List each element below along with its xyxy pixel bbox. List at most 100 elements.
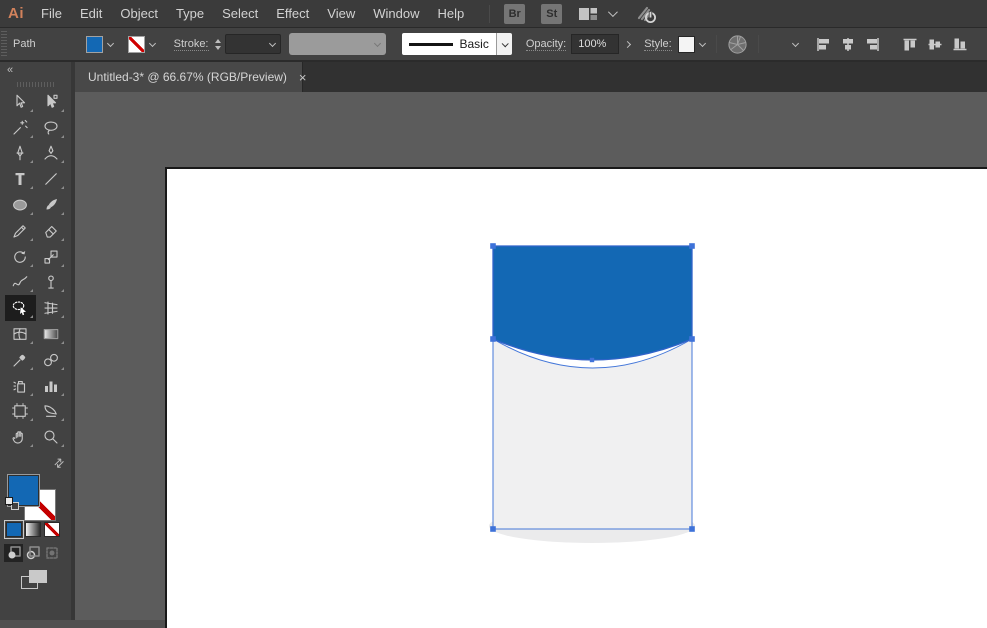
width-profile-dropdown <box>289 33 386 55</box>
swap-fill-stroke-icon[interactable]: ⇄ <box>50 454 67 471</box>
brush-definition-dropdown[interactable]: Basic <box>402 33 496 55</box>
canvas[interactable] <box>75 92 987 628</box>
paintbrush-tool[interactable] <box>36 192 67 218</box>
align-horizontal-left-icon[interactable] <box>815 37 831 52</box>
perspective-grid-tool[interactable] <box>36 295 67 321</box>
eyedropper-tool[interactable] <box>5 347 36 373</box>
collapse-panel-button[interactable]: « <box>0 62 71 78</box>
magic-wand-tool[interactable] <box>5 115 36 141</box>
menu-edit[interactable]: Edit <box>71 0 111 27</box>
menu-window[interactable]: Window <box>364 0 428 27</box>
direct-selection-tool[interactable] <box>36 89 67 115</box>
draw-behind-icon[interactable] <box>23 544 42 562</box>
tools-panel: « <box>0 62 75 628</box>
blend-tool[interactable] <box>36 347 67 373</box>
chevron-down-icon <box>373 39 380 46</box>
chevron-down-icon[interactable] <box>608 7 618 17</box>
drawing-modes-row <box>0 544 71 562</box>
align-vertical-bottom-icon[interactable] <box>952 37 968 52</box>
color-button[interactable] <box>6 522 22 537</box>
brush-chevron-icon[interactable] <box>496 33 512 55</box>
divider <box>489 5 490 23</box>
menu-file[interactable]: File <box>32 0 71 27</box>
menu-object[interactable]: Object <box>111 0 167 27</box>
recolor-artwork-icon[interactable] <box>727 34 748 55</box>
chevron-down-icon <box>792 39 799 46</box>
ellipse-tool[interactable] <box>5 192 36 218</box>
menu-effect[interactable]: Effect <box>267 0 318 27</box>
curvature-tool[interactable] <box>36 141 67 167</box>
align-horizontal-right-icon[interactable] <box>865 37 881 52</box>
menu-select[interactable]: Select <box>213 0 267 27</box>
lasso-tool[interactable] <box>36 115 67 141</box>
fill-chevron-icon[interactable] <box>107 39 114 46</box>
stroke-weight-dropdown[interactable] <box>225 34 281 54</box>
mesh-tool[interactable] <box>5 321 36 347</box>
symbol-sprayer-tool[interactable] <box>5 373 36 399</box>
bridge-button[interactable]: Br <box>504 4 525 24</box>
opacity-input[interactable]: 100% <box>571 34 619 54</box>
shape-builder-tool[interactable] <box>5 295 36 321</box>
stroke-label[interactable]: Stroke: <box>174 38 209 51</box>
opacity-arrow-icon[interactable] <box>624 40 631 47</box>
width-tool[interactable] <box>5 270 36 296</box>
align-vertical-top-icon[interactable] <box>902 37 918 52</box>
scale-tool[interactable] <box>36 244 67 270</box>
app-logo-icon: Ai <box>8 5 24 22</box>
document-tab[interactable]: Untitled-3* @ 66.67% (RGB/Preview) × <box>75 62 303 92</box>
hand-tool[interactable] <box>5 424 36 450</box>
menu-type[interactable]: Type <box>167 0 213 27</box>
eraser-tool[interactable] <box>36 218 67 244</box>
opacity-value: 100% <box>578 38 606 50</box>
panel-grip[interactable] <box>17 82 55 87</box>
brush-stroke-preview <box>409 43 453 46</box>
none-button[interactable] <box>44 522 60 537</box>
zoom-tool[interactable] <box>36 424 67 450</box>
artboard-tool[interactable] <box>5 399 36 425</box>
column-graph-tool[interactable] <box>36 373 67 399</box>
document-tab-title: Untitled-3* @ 66.67% (RGB/Preview) <box>75 70 287 84</box>
stock-button[interactable]: St <box>541 4 562 24</box>
rotate-tool[interactable] <box>5 244 36 270</box>
stroke-color-swatch[interactable] <box>128 36 145 53</box>
slice-tool[interactable] <box>36 399 67 425</box>
panel-grip[interactable] <box>1 31 7 57</box>
graphic-style-swatch[interactable] <box>678 36 695 53</box>
pencil-tool[interactable] <box>5 218 36 244</box>
artboard[interactable] <box>165 167 987 628</box>
menu-help[interactable]: Help <box>428 0 473 27</box>
control-bar: Path Stroke: Basic Opacity: 100% Style: <box>0 28 987 62</box>
selected-artwork[interactable] <box>167 169 987 628</box>
chevron-down-icon <box>268 39 275 46</box>
divider <box>716 35 717 53</box>
gradient-button[interactable] <box>25 522 41 537</box>
pen-tool[interactable] <box>5 141 36 167</box>
type-tool[interactable] <box>5 166 36 192</box>
tools-grid <box>0 89 71 450</box>
draw-normal-icon[interactable] <box>4 544 23 562</box>
brush-definition-value: Basic <box>460 37 489 51</box>
puppet-warp-tool[interactable] <box>36 270 67 296</box>
bottom-edge-strip <box>0 620 165 628</box>
document-setup-icon[interactable] <box>767 33 803 55</box>
line-segment-tool[interactable] <box>36 166 67 192</box>
default-fill-stroke-icon[interactable] <box>5 497 19 510</box>
gpu-performance-icon[interactable] <box>633 3 659 25</box>
style-chevron-icon[interactable] <box>699 39 706 46</box>
workspace-switcher-icon[interactable] <box>578 6 598 22</box>
align-horizontal-center-icon[interactable] <box>840 37 856 52</box>
document-tab-bar: Untitled-3* @ 66.67% (RGB/Preview) × <box>75 62 987 92</box>
fill-color-swatch[interactable] <box>86 36 103 53</box>
gradient-tool[interactable] <box>36 321 67 347</box>
screen-mode-icon[interactable] <box>21 570 49 592</box>
align-vertical-center-icon[interactable] <box>927 37 943 52</box>
style-label[interactable]: Style: <box>644 38 672 51</box>
opacity-label[interactable]: Opacity: <box>526 38 566 51</box>
close-tab-icon[interactable]: × <box>299 70 307 85</box>
selection-tool[interactable] <box>5 89 36 115</box>
menu-bar: Ai File Edit Object Type Select Effect V… <box>0 0 987 28</box>
menu-view[interactable]: View <box>318 0 364 27</box>
stroke-chevron-icon[interactable] <box>149 39 156 46</box>
stroke-weight-stepper[interactable] <box>215 39 221 50</box>
draw-inside-icon[interactable] <box>42 544 61 562</box>
